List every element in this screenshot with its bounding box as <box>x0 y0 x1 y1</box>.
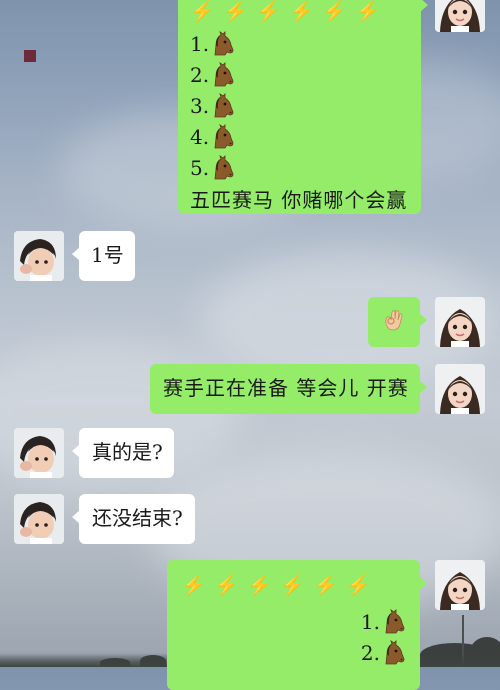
lightning-bolt-icon: ⚡ <box>313 573 338 597</box>
self-avatar[interactable] <box>435 0 485 32</box>
race-entry: 1. <box>361 606 406 637</box>
race-entry: 4. <box>190 121 409 152</box>
lightning-bolt-icon: ⚡ <box>355 0 380 23</box>
race-entry: 1. <box>190 28 409 59</box>
message-bubble-race-update[interactable]: ⚡ ⚡ ⚡ ⚡ ⚡ ⚡ 1. 2. <box>167 560 427 690</box>
self-avatar[interactable] <box>435 364 485 414</box>
horse-face-icon <box>209 30 235 57</box>
message-bubble-race-announcement[interactable]: ⚡ ⚡ ⚡ ⚡ ⚡ ⚡ 1. 2. 3. 4. 5. 五匹赛马 你赌哪个会赢 <box>178 0 428 214</box>
contact-avatar[interactable] <box>14 428 64 478</box>
race-entry-number: 5. <box>190 155 210 180</box>
horse-face-icon <box>209 61 235 88</box>
race-entry: 3. <box>190 90 409 121</box>
message-bubble-not-over[interactable]: 还没结束? <box>72 494 195 544</box>
self-avatar[interactable] <box>435 297 485 347</box>
race-entry: 2. <box>190 59 409 90</box>
message-bubble-pick-one[interactable]: 1号 <box>72 231 135 281</box>
contact-avatar[interactable] <box>14 231 64 281</box>
lightning-bolt-icon: ⚡ <box>289 0 314 23</box>
message-bubble-really[interactable]: 真的是? <box>72 428 174 478</box>
self-avatar[interactable] <box>435 560 485 610</box>
horse-face-icon <box>209 123 235 150</box>
lightning-bolt-icon: ⚡ <box>280 573 305 597</box>
message-text: 1号 <box>91 243 124 267</box>
race-entry-number: 1. <box>360 609 380 634</box>
race-entry-number: 3. <box>190 93 210 118</box>
message-bubble-preparing[interactable]: 赛手正在准备 等会儿 开赛 <box>150 364 427 414</box>
race-entry: 2. <box>361 637 406 668</box>
horse-face-icon <box>209 154 235 181</box>
lightning-bolt-icon: ⚡ <box>256 0 281 23</box>
lightning-bolt-icon: ⚡ <box>223 0 248 23</box>
horse-face-icon <box>380 639 406 666</box>
message-bubble-ok[interactable] <box>368 297 427 347</box>
lightning-bolt-icon: ⚡ <box>346 573 371 597</box>
race-entry: 5. <box>190 152 409 183</box>
race-entry-number: 2. <box>190 62 210 87</box>
contact-avatar[interactable] <box>14 494 64 544</box>
message-text: 还没结束? <box>92 506 183 530</box>
message-text: 赛手正在准备 等会儿 开赛 <box>163 376 409 400</box>
lightning-bolt-icon: ⚡ <box>214 573 239 597</box>
race-entry-number: 4. <box>190 124 210 149</box>
lightning-bolt-icon: ⚡ <box>181 573 206 597</box>
background-mark <box>24 50 36 62</box>
horse-face-icon <box>380 608 406 635</box>
lightning-bolt-icon: ⚡ <box>190 0 215 23</box>
horse-face-icon <box>209 92 235 119</box>
lightning-bolt-icon: ⚡ <box>322 0 347 23</box>
race-entry-number: 2. <box>360 640 380 665</box>
lightning-bolt-row: ⚡ ⚡ ⚡ ⚡ ⚡ ⚡ <box>181 572 406 598</box>
lightning-bolt-row: ⚡ ⚡ ⚡ ⚡ ⚡ ⚡ <box>190 0 409 24</box>
ok-hand-icon <box>381 307 407 333</box>
lightning-bolt-icon: ⚡ <box>247 573 272 597</box>
message-text: 五匹赛马 你赌哪个会赢 <box>190 188 408 212</box>
race-entry-number: 1. <box>190 31 210 56</box>
message-text: 真的是? <box>92 440 163 464</box>
